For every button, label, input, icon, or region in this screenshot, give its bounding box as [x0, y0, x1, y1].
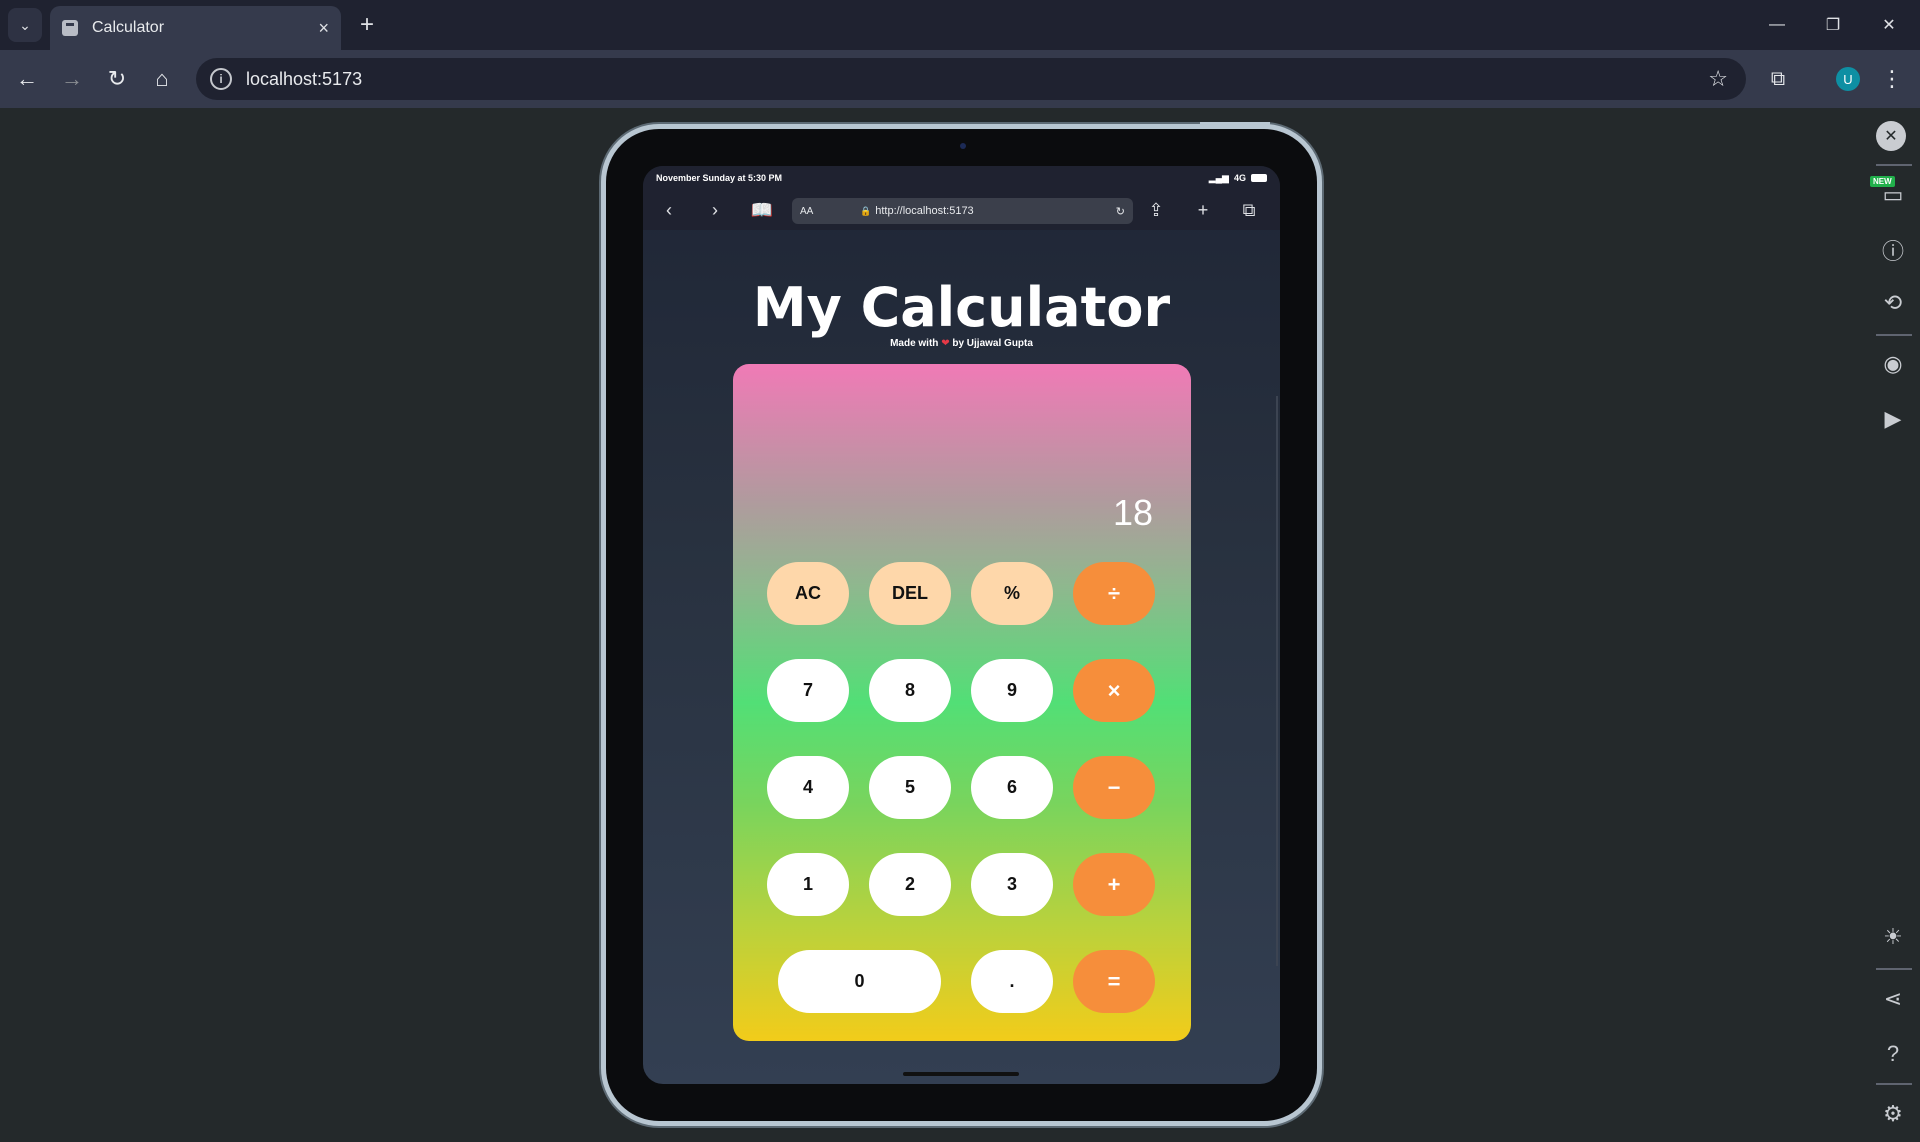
tab-title: Calculator [92, 19, 165, 36]
tablet-screen: November Sunday at 5:30 PM ▂▄▆ 4G ‹ › 📖 … [643, 166, 1280, 1084]
scrollbar[interactable] [1276, 396, 1278, 966]
profile-avatar[interactable]: U [1836, 67, 1860, 91]
back-arrow-icon[interactable]: ← [10, 62, 44, 96]
tool-divider [1876, 334, 1912, 336]
digit-8-button[interactable]: 8 [869, 659, 951, 722]
home-indicator[interactable] [903, 1072, 1019, 1076]
digit-7-button[interactable]: 7 [767, 659, 849, 722]
safari-address-bar[interactable]: AA 🔒 http://localhost:5173 ↻ [792, 198, 1133, 224]
device-select-icon[interactable]: ▭ [1878, 180, 1908, 210]
screenshot-camera-icon[interactable]: ◉ [1878, 349, 1908, 379]
address-bar-url: localhost:5173 [246, 68, 363, 89]
digit-1-button[interactable]: 1 [767, 853, 849, 916]
decimal-button[interactable]: . [971, 950, 1053, 1013]
video-record-icon[interactable]: ▶ [1878, 404, 1908, 434]
minus-button[interactable]: − [1073, 756, 1155, 819]
tool-divider [1876, 164, 1912, 166]
tab-close-icon[interactable]: × [318, 18, 329, 39]
percent-button[interactable]: % [971, 562, 1053, 625]
tab-search-button[interactable]: ⌄ [8, 8, 42, 42]
tool-divider [1876, 968, 1912, 970]
battery-icon [1251, 174, 1267, 182]
restore-button[interactable]: ❐ [1810, 8, 1856, 42]
status-time: November Sunday at 5:30 PM [656, 173, 783, 183]
forward-arrow-icon[interactable]: → [55, 62, 89, 96]
browser-tab-bar: ⌄ Calculator × + — ❐ ✕ [0, 0, 1920, 50]
digit-4-button[interactable]: 4 [767, 756, 849, 819]
browser-toolbar: ← → ↻ ⌂ i localhost:5173 ☆ [0, 50, 1920, 108]
subtitle-prefix: Made with [890, 338, 939, 349]
rotate-icon[interactable]: ⟲ [1878, 288, 1908, 318]
new-tab-button[interactable]: + [352, 10, 382, 40]
chevron-down-icon: ⌄ [19, 16, 31, 33]
heart-icon: ❤ [941, 338, 950, 349]
digit-9-button[interactable]: 9 [971, 659, 1053, 722]
close-window-button[interactable]: ✕ [1866, 8, 1912, 42]
page-title: My Calculator [752, 276, 1171, 339]
network-label: 4G [1233, 173, 1246, 183]
ac-button[interactable]: AC [767, 562, 849, 625]
lock-icon: 🔒 [860, 205, 872, 216]
safari-new-tab-icon[interactable]: + [1191, 198, 1215, 222]
digit-2-button[interactable]: 2 [869, 853, 951, 916]
tablet-power-button [1200, 122, 1270, 126]
site-info-icon[interactable]: i [210, 68, 232, 90]
divide-button[interactable]: ÷ [1073, 562, 1155, 625]
tablet-volume-button [1318, 252, 1322, 288]
safari-back-icon[interactable]: ‹ [657, 198, 681, 222]
safari-forward-icon[interactable]: › [703, 198, 727, 222]
digit-5-button[interactable]: 5 [869, 756, 951, 819]
help-icon[interactable]: ? [1878, 1039, 1908, 1069]
safari-toolbar: ‹ › 📖 AA 🔒 http://localhost:5173 ↻ ⇪ + ⧉ [643, 190, 1280, 230]
delete-button[interactable]: DEL [869, 562, 951, 625]
brightness-icon[interactable]: ☀ [1878, 922, 1908, 952]
close-emulator-icon[interactable]: ✕ [1876, 121, 1906, 151]
minimize-button[interactable]: — [1754, 8, 1800, 42]
digit-6-button[interactable]: 6 [971, 756, 1053, 819]
address-bar[interactable]: i localhost:5173 ☆ [196, 58, 1746, 100]
home-icon[interactable]: ⌂ [145, 62, 179, 96]
share-icon[interactable]: ⋖ [1878, 984, 1908, 1014]
front-camera [960, 143, 966, 149]
calculator-panel: 18 AC DEL % ÷ 7 8 9 × 4 5 6 − 1 2 3 + 0 … [733, 364, 1191, 1041]
browser-tab-calculator[interactable]: Calculator × [50, 6, 341, 50]
status-bar: November Sunday at 5:30 PM ▂▄▆ 4G [643, 166, 1280, 190]
info-icon[interactable]: ⓘ [1878, 235, 1908, 265]
text-size-button[interactable]: AA [800, 206, 860, 217]
calculator-display: 18 [1112, 492, 1153, 533]
status-network-group: ▂▄▆ 4G [1209, 173, 1267, 184]
safari-share-icon[interactable]: ⇪ [1144, 198, 1168, 222]
digit-0-button[interactable]: 0 [778, 950, 941, 1013]
signal-icon: ▂▄▆ [1208, 172, 1229, 183]
multiply-button[interactable]: × [1073, 659, 1155, 722]
bookmark-star-icon[interactable]: ☆ [1708, 66, 1728, 92]
equals-button[interactable]: = [1073, 950, 1155, 1013]
subtitle-author: by Ujjawal Gupta [952, 338, 1033, 349]
safari-url: http://localhost:5173 [875, 205, 974, 217]
reload-icon[interactable]: ↻ [100, 62, 134, 96]
settings-gear-icon[interactable]: ⚙ [1878, 1099, 1908, 1129]
safari-reload-icon[interactable]: ↻ [1116, 205, 1125, 218]
calculator-favicon-icon [62, 20, 78, 36]
tablet-volume-button [1318, 205, 1322, 241]
extensions-puzzle-icon[interactable]: ⧉ [1765, 66, 1791, 92]
safari-tabs-icon[interactable]: ⧉ [1237, 198, 1261, 222]
digit-3-button[interactable]: 3 [971, 853, 1053, 916]
safari-bookmarks-icon[interactable]: 📖 [750, 198, 774, 222]
tool-divider [1876, 1083, 1912, 1085]
page-subtitle: Made with ❤ by Ujjawal Gupta [643, 338, 1280, 349]
plus-button[interactable]: + [1073, 853, 1155, 916]
browser-menu-icon[interactable]: ⋮ [1881, 64, 1903, 94]
